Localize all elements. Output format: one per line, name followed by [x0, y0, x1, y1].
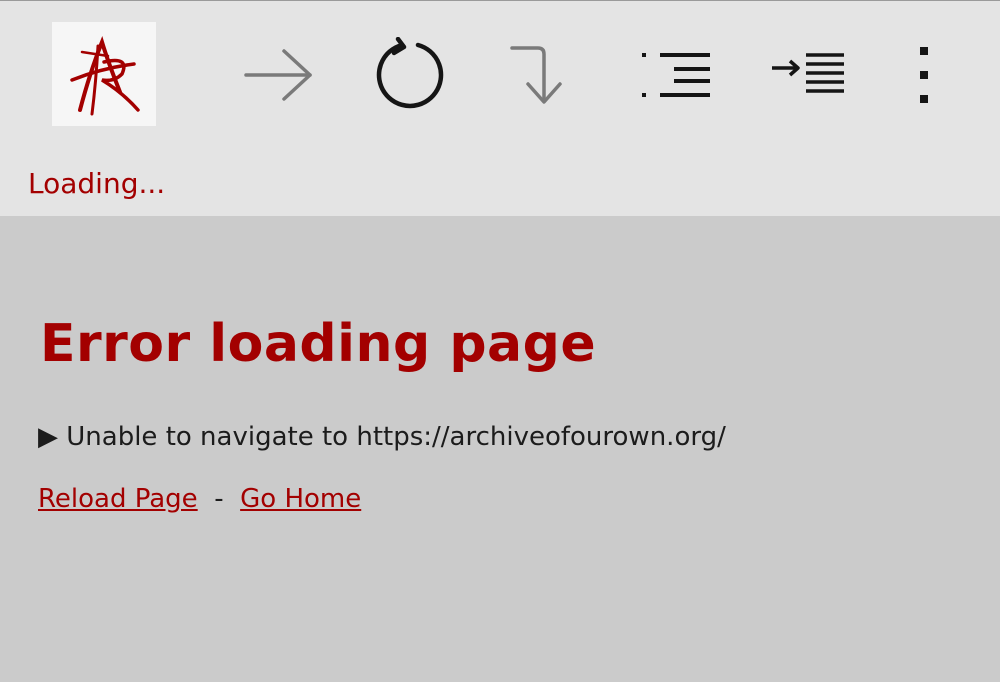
- list-icon: [642, 53, 710, 97]
- reload-icon: [376, 37, 444, 109]
- forward-button[interactable]: [238, 37, 318, 113]
- go-home-link[interactable]: Go Home: [240, 484, 361, 514]
- reload-button[interactable]: [370, 37, 450, 113]
- skip-button[interactable]: [502, 37, 582, 113]
- link-separator: -: [205, 484, 232, 514]
- error-actions: Reload Page - Go Home: [38, 484, 361, 514]
- indent-button[interactable]: [768, 37, 848, 113]
- arrow-right-icon: [244, 49, 312, 101]
- menu-button[interactable]: [884, 37, 964, 113]
- list-button[interactable]: [636, 37, 716, 113]
- ao3-logo-icon[interactable]: [52, 22, 156, 126]
- more-vertical-icon: [920, 47, 928, 103]
- curved-arrow-down-icon: [510, 46, 562, 104]
- toolbar: Loading...: [0, 0, 1000, 216]
- error-page: Error loading page ▶ Unable to navigate …: [0, 216, 1000, 682]
- reload-page-link[interactable]: Reload Page: [38, 484, 198, 514]
- error-detail: ▶ Unable to navigate to https://archiveo…: [38, 422, 726, 452]
- ao3-logo-graphic: [70, 35, 140, 116]
- app-window: Loading... Error loading page ▶ Unable t…: [0, 0, 1000, 682]
- indent-icon: [772, 53, 844, 93]
- error-title: Error loading page: [40, 314, 597, 374]
- loading-status: Loading...: [28, 167, 166, 200]
